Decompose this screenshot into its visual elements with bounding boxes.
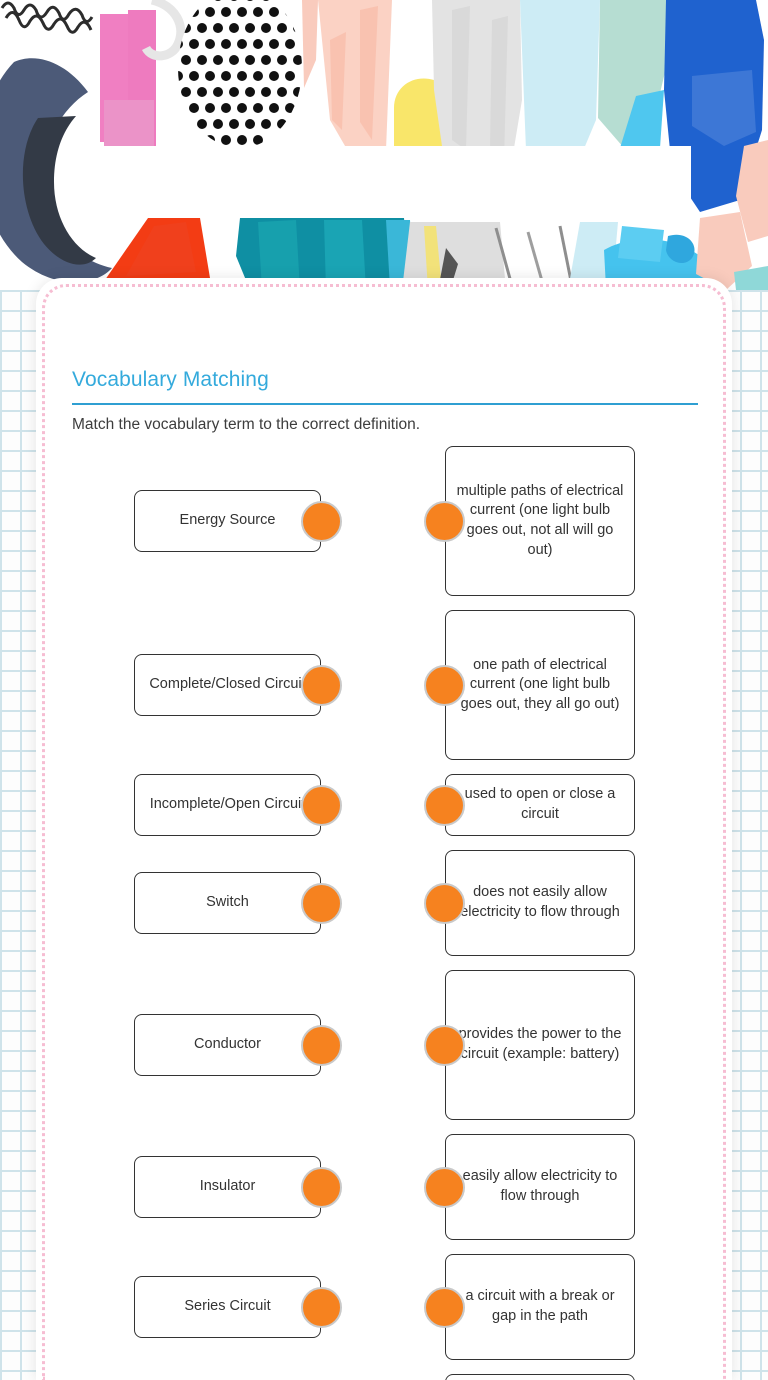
term-connector-dot[interactable]: [301, 1167, 342, 1208]
matching-row: Conductor provides the power to the circu…: [36, 970, 732, 1120]
matching-row: Energy Source multiple paths of electrica…: [36, 446, 732, 596]
polka-dot-cluster: [178, 0, 302, 148]
term-box[interactable]: Switch: [134, 872, 321, 934]
term-box[interactable]: Insulator: [134, 1156, 321, 1218]
term-connector-dot[interactable]: [301, 785, 342, 826]
term-connector-dot[interactable]: [301, 883, 342, 924]
definition-box[interactable]: [445, 1374, 635, 1380]
term-connector-dot[interactable]: [301, 1025, 342, 1066]
matching-row: Complete/Closed Circuit one path of elect…: [36, 610, 732, 760]
term-box[interactable]: Energy Source: [134, 490, 321, 552]
title-banner: [76, 146, 691, 214]
definition-connector-dot[interactable]: [424, 665, 465, 706]
title-underline: [72, 403, 698, 405]
header-artwork: [0, 0, 768, 290]
definition-connector-dot[interactable]: [424, 1287, 465, 1328]
definition-connector-dot[interactable]: [424, 501, 465, 542]
definition-connector-dot[interactable]: [424, 1025, 465, 1066]
definition-connector-dot[interactable]: [424, 1167, 465, 1208]
term-box[interactable]: Series Circuit: [134, 1276, 321, 1338]
definition-connector-dot[interactable]: [424, 883, 465, 924]
definition-connector-dot[interactable]: [424, 785, 465, 826]
instructions-text: Match the vocabulary term to the correct…: [72, 416, 421, 433]
matching-row: Series Circuit a circuit with a break or …: [36, 1254, 732, 1360]
definition-box[interactable]: easily allow electricity to flow through: [445, 1134, 635, 1240]
matching-row: Switch does not easily allow electricity …: [36, 850, 732, 956]
definition-box[interactable]: multiple paths of electrical current (on…: [445, 446, 635, 596]
worksheet-page: Vocabulary Matching Match the vocabulary…: [0, 0, 768, 1380]
term-connector-dot[interactable]: [301, 665, 342, 706]
definition-box[interactable]: one path of electrical current (one ligh…: [445, 610, 635, 760]
page-title: Vocabulary Matching: [72, 368, 269, 391]
term-box[interactable]: Incomplete/Open Circuit: [134, 774, 321, 836]
term-connector-dot[interactable]: [301, 1287, 342, 1328]
definition-box[interactable]: a circuit with a break or gap in the pat…: [445, 1254, 635, 1360]
matching-row: Incomplete/Open Circuit used to open or c…: [36, 774, 732, 836]
peach-stroke: [302, 0, 318, 88]
term-connector-dot[interactable]: [301, 501, 342, 542]
worksheet-content: Vocabulary Matching Match the vocabulary…: [36, 278, 732, 1380]
header-collage-svg: [0, 0, 768, 290]
matching-row: Insulator easily allow electricity to flo…: [36, 1134, 732, 1240]
definition-box[interactable]: used to open or close a circuit: [445, 774, 635, 836]
matching-row: [36, 1374, 732, 1380]
term-box[interactable]: Complete/Closed Circuit: [134, 654, 321, 716]
definition-box[interactable]: provides the power to the circuit (examp…: [445, 970, 635, 1120]
definition-box[interactable]: does not easily allow electricity to flo…: [445, 850, 635, 956]
term-box[interactable]: Conductor: [134, 1014, 321, 1076]
